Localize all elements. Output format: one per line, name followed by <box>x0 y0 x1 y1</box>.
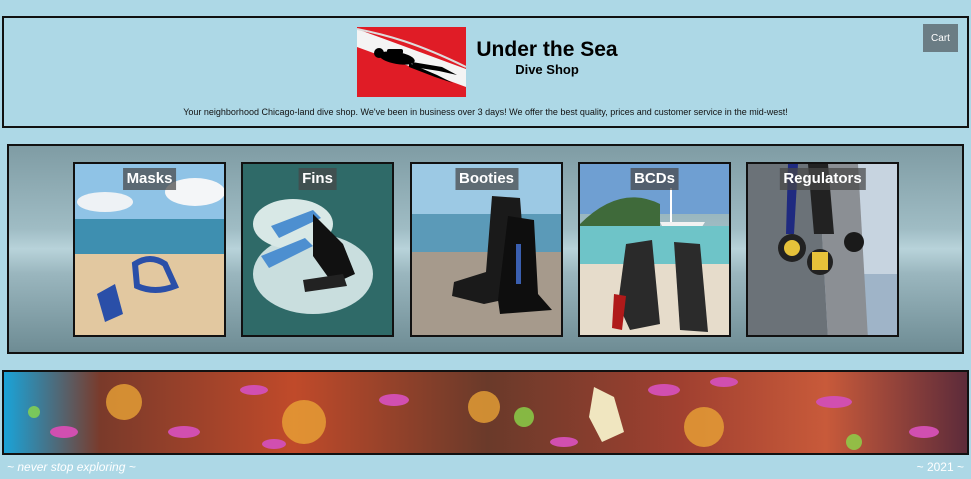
tagline: Your neighborhood Chicago-land dive shop… <box>183 107 788 117</box>
category-label-booties: Booties <box>454 168 519 190</box>
footer-slogan: ~ never stop exploring ~ <box>7 460 136 474</box>
category-label-bcds: BCDs <box>630 168 679 190</box>
coral-reef-image <box>4 372 967 453</box>
category-card-booties[interactable]: Booties <box>410 162 563 337</box>
dive-flag-logo <box>357 27 466 97</box>
site-subtitle: Dive Shop <box>515 62 579 77</box>
title-block: Under the Sea Dive Shop <box>474 38 620 78</box>
category-label-regulators: Regulators <box>779 168 866 190</box>
site-header: Under the Sea Dive Shop Your neighborhoo… <box>2 16 969 128</box>
category-label-masks: Masks <box>122 168 177 190</box>
category-label-fins: Fins <box>298 168 337 190</box>
category-card-fins[interactable]: Fins <box>241 162 394 337</box>
category-card-bcds[interactable]: BCDs <box>578 162 731 337</box>
category-card-masks[interactable]: Masks <box>73 162 226 337</box>
coral-reef-banner <box>2 370 969 455</box>
footer-year: ~ 2021 ~ <box>916 460 964 474</box>
category-gallery: Masks Fins Booties BCDs Regulators <box>7 144 964 354</box>
category-card-regulators[interactable]: Regulators <box>746 162 899 337</box>
site-title: Under the Sea <box>476 38 618 61</box>
cart-button[interactable]: Cart <box>923 24 958 52</box>
